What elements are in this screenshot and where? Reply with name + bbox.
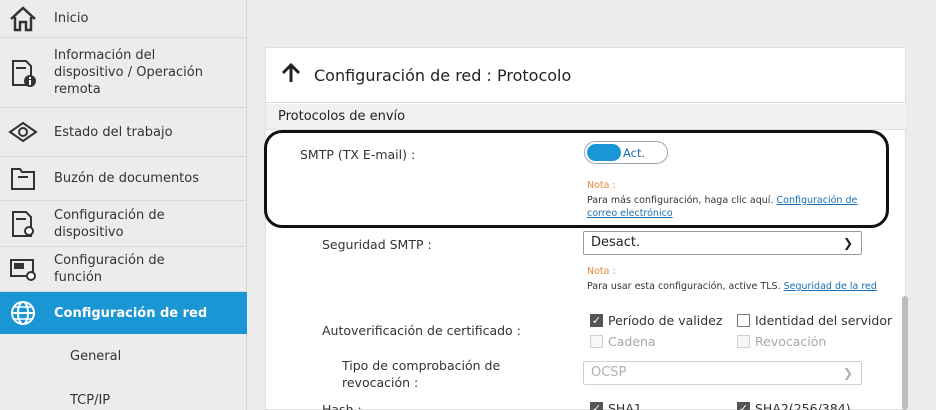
sidebar-item-label: Configuración de dispositivo [54, 207, 165, 240]
cert-check-label: Autoverificación de certificado : [322, 323, 521, 338]
folder-icon [0, 166, 46, 192]
section-title: Protocolos de envío [266, 104, 907, 130]
globe-icon [0, 299, 46, 327]
sidebar-subitem-tcpip[interactable]: TCP/IP [0, 393, 247, 408]
device-info-icon [0, 58, 46, 88]
smtp-security-label: Seguridad SMTP : [322, 237, 432, 252]
hash-label: Hash : [322, 402, 362, 410]
checkbox-label: Período de validez [608, 313, 723, 328]
arrow-up-icon[interactable] [280, 62, 302, 88]
select-value: OCSP [591, 365, 627, 380]
highlight-box [264, 130, 889, 228]
checkbox-label: Cadena [608, 334, 656, 349]
select-value: Desact. [591, 235, 641, 250]
device-settings-icon [0, 209, 46, 239]
checkbox-box [737, 314, 750, 327]
revocation-type-select[interactable]: OCSP ❯ [583, 361, 862, 385]
checkbox-box: ✓ [590, 314, 603, 327]
sidebar-item-label: Configuración de función [54, 253, 165, 285]
sidebar-subitem-general[interactable]: General [0, 349, 247, 364]
checkbox-label: Revocación [755, 334, 827, 349]
sidebar-item-label: Información del dispositivo / Operación … [54, 48, 203, 97]
revocation-type-label: Tipo de comprobación de revocación : [342, 358, 501, 390]
checkbox-server-identity[interactable]: Identidad del servidor [737, 313, 892, 328]
checkbox-box [590, 335, 603, 348]
checkbox-box [737, 335, 750, 348]
main-panel: Configuración de red : Protocolo Protoco… [265, 47, 907, 410]
function-settings-icon [0, 256, 46, 282]
chevron-down-icon: ❯ [842, 366, 853, 380]
sidebar: Inicio Información del dispositivo / Ope… [0, 0, 247, 410]
checkbox-revocation[interactable]: Revocación [737, 334, 826, 349]
checkbox-label: SHA1 [608, 401, 642, 410]
checkbox-label: Identidad del servidor [755, 313, 893, 328]
sidebar-item-inicio[interactable]: Inicio [0, 0, 247, 38]
page-header: Configuración de red : Protocolo [266, 48, 905, 103]
sidebar-item-label: Configuración de red [54, 305, 208, 321]
chevron-down-icon: ❯ [842, 236, 853, 250]
sidebar-item-device-settings[interactable]: Configuración de dispositivo [0, 201, 247, 247]
sidebar-item-job-status[interactable]: Estado del trabajo [0, 108, 247, 157]
sidebar-item-label: Inicio [54, 11, 89, 26]
page-title: Configuración de red : Protocolo [314, 65, 572, 85]
checkbox-sha1[interactable]: ✓ SHA1 [590, 401, 642, 410]
sidebar-item-label: Buzón de documentos [54, 171, 200, 186]
security-note-body: Para usar esta configuración, active TLS… [587, 281, 781, 292]
network-security-link[interactable]: Seguridad de la red [784, 281, 877, 292]
checkbox-box: ✓ [737, 402, 750, 410]
checkbox-box: ✓ [590, 402, 603, 410]
smtp-security-select[interactable]: Desact. ❯ [583, 231, 862, 255]
home-icon [0, 5, 46, 32]
sidebar-item-function-settings[interactable]: Configuración de función [0, 247, 247, 292]
eye-icon [0, 121, 46, 143]
sidebar-item-device-info[interactable]: Información del dispositivo / Operación … [0, 38, 247, 108]
sidebar-item-network-settings[interactable]: Configuración de red [0, 292, 247, 334]
checkbox-label: SHA2(256/384) [755, 401, 851, 410]
sidebar-item-document-box[interactable]: Buzón de documentos [0, 157, 247, 201]
checkbox-chain[interactable]: Cadena [590, 334, 656, 349]
security-note-label: Nota : [587, 266, 616, 277]
sidebar-item-label: Estado del trabajo [54, 124, 173, 140]
scrollbar[interactable] [902, 296, 908, 410]
security-note-text: Para usar esta configuración, active TLS… [587, 280, 887, 293]
checkbox-validity-period[interactable]: ✓ Período de validez [590, 313, 722, 328]
checkbox-sha2[interactable]: ✓ SHA2(256/384) [737, 401, 851, 410]
